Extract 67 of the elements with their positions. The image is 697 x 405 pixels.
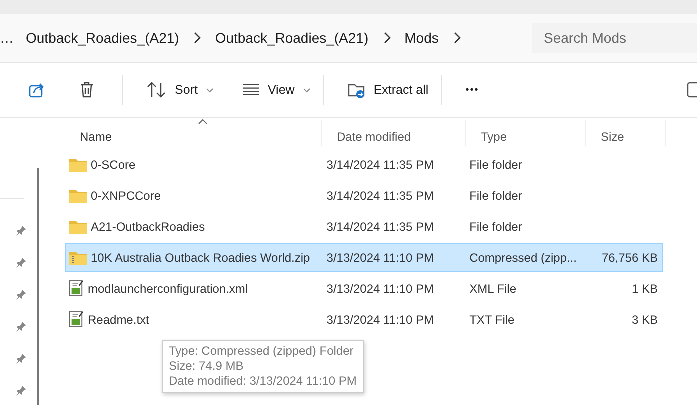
search-field[interactable]: Search Mods <box>532 23 697 53</box>
file-type: XML File <box>468 282 518 296</box>
pin-icon[interactable] <box>16 225 27 236</box>
breadcrumb[interactable]: Mods <box>402 30 445 46</box>
date-modified: 3/14/2024 11:35 PM <box>326 220 435 234</box>
column-header[interactable]: Name <box>65 120 322 146</box>
tooltip-text: Type: Compressed (zipped) Folder <box>169 344 355 359</box>
file-row[interactable]: Readme.txt 3/13/2024 11:10 PM TXT File 3 KB <box>65 305 663 334</box>
panel-icon[interactable] <box>687 82 697 98</box>
zip-folder-icon <box>69 250 87 264</box>
pin-icon[interactable] <box>16 289 27 300</box>
scrollbar[interactable] <box>37 168 39 405</box>
column-header[interactable]: Date modified <box>322 120 466 146</box>
more-button[interactable]: ••• <box>456 78 490 102</box>
view-button[interactable]: View <box>232 77 321 103</box>
pin-icon[interactable] <box>16 257 27 268</box>
chevron-icon[interactable] <box>193 32 202 44</box>
list-icon <box>242 83 260 97</box>
file-name: modlauncherconfiguration.xml <box>88 282 248 296</box>
caret-icon <box>302 88 311 92</box>
pin-icon[interactable] <box>16 353 27 364</box>
column-header[interactable]: Type <box>466 120 586 146</box>
sort-button[interactable]: Sort <box>137 76 224 104</box>
trash-icon[interactable] <box>78 81 96 99</box>
sort-caret-icon <box>198 119 208 125</box>
file-type: File folder <box>468 188 524 202</box>
breadcrumb[interactable]: Outback_Roadies_(A21) <box>213 30 375 46</box>
tooltip-text: Date modified: 3/13/2024 11:10 PM <box>169 374 357 389</box>
date-modified: 3/13/2024 11:10 PM <box>326 250 435 264</box>
file-type: File folder <box>468 220 524 234</box>
file-size: 76,756 KB <box>602 250 658 264</box>
file-type: TXT File <box>468 312 516 326</box>
chevron-icon[interactable] <box>452 32 461 44</box>
file-name: A21-OutbackRoadies <box>91 220 206 234</box>
file-size: 1 KB <box>632 282 658 296</box>
file-name: 0-SCore <box>91 158 136 172</box>
pin-icon[interactable] <box>16 385 27 396</box>
date-modified: 3/14/2024 11:35 PM <box>326 158 435 172</box>
chevron-icon[interactable] <box>382 32 391 44</box>
file-row[interactable]: 0-SCore 3/14/2024 11:35 PM File folder <box>65 150 663 179</box>
pin-icon[interactable] <box>16 321 27 332</box>
date-modified: 3/13/2024 11:10 PM <box>326 282 435 296</box>
file-size: 3 KB <box>632 312 658 326</box>
extract-all-button[interactable]: Extract all <box>338 75 439 105</box>
file-name: Readme.txt <box>88 312 150 326</box>
file-row[interactable]: 0-XNPCCore 3/14/2024 11:35 PM File folder <box>65 181 663 210</box>
tooltip-text: Size: 74.9 MB <box>169 359 245 374</box>
date-modified: 3/13/2024 11:10 PM <box>326 312 435 326</box>
document-icon <box>69 280 84 297</box>
folder-icon <box>69 188 87 202</box>
sort-icon <box>147 82 167 98</box>
date-modified: 3/14/2024 11:35 PM <box>326 188 435 202</box>
file-row[interactable]: 10K Australia Outback Roadies World.zip 3/13/2024 11:10 PM Compressed (zipp... 76,756 KB <box>65 243 663 272</box>
file-row[interactable]: modlauncherconfiguration.xml 3/13/2024 11:10 PM XML File 1 KB <box>65 274 663 303</box>
file-type: Compressed (zipp... <box>468 250 578 264</box>
breadcrumb-overflow[interactable]: … <box>0 30 24 46</box>
file-name: 0-XNPCCore <box>91 188 162 202</box>
file-type: File folder <box>468 158 524 172</box>
file-row[interactable]: A21-OutbackRoadies 3/14/2024 11:35 PM File folder <box>65 212 663 241</box>
folder-icon <box>69 158 87 172</box>
document-icon <box>69 311 84 328</box>
column-header[interactable]: Size <box>586 120 666 146</box>
file-name: 10K Australia Outback Roadies World.zip <box>91 250 310 264</box>
caret-icon <box>206 88 214 92</box>
share-icon[interactable] <box>28 81 46 99</box>
folder-icon <box>69 220 87 234</box>
breadcrumb[interactable]: Outback_Roadies_(A21) <box>24 30 186 46</box>
